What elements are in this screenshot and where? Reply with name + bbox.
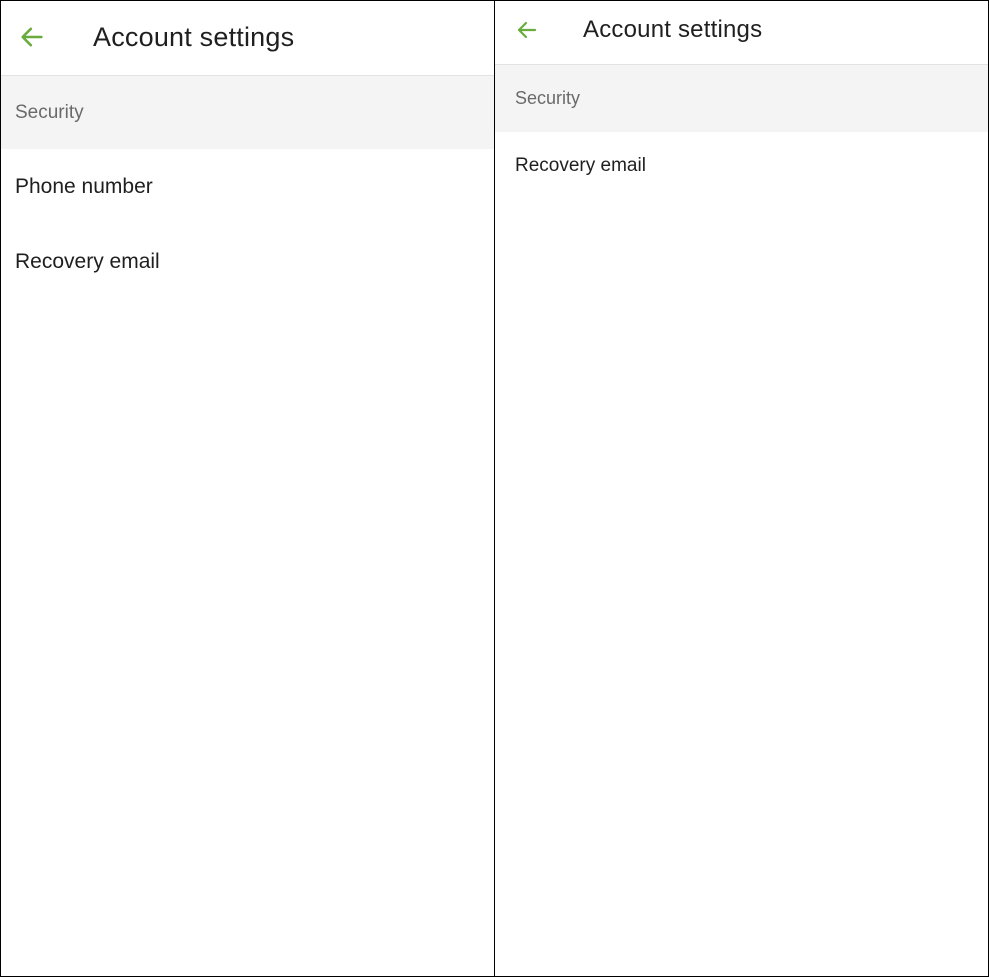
arrow-left-icon — [18, 23, 46, 51]
back-button[interactable] — [15, 20, 49, 54]
section-label: Security — [15, 101, 84, 123]
list-item-label: Recovery email — [15, 249, 160, 273]
page-title: Account settings — [93, 22, 295, 52]
left-screen: Account settings Security Phone number R… — [0, 0, 495, 977]
back-button[interactable] — [513, 16, 541, 44]
list-item-recovery-email[interactable]: Recovery email — [1, 224, 494, 299]
list-item-label: Recovery email — [515, 154, 646, 176]
section-label: Security — [515, 88, 581, 108]
list-item-phone-number[interactable]: Phone number — [1, 149, 494, 224]
arrow-left-icon — [515, 18, 539, 42]
section-header-security: Security — [1, 76, 494, 149]
comparison-view: Account settings Security Phone number R… — [0, 0, 989, 977]
list-item-recovery-email[interactable]: Recovery email — [495, 132, 988, 199]
app-bar: Account settings — [1, 1, 494, 76]
list-item-label: Phone number — [15, 174, 153, 198]
app-bar: Account settings — [495, 1, 988, 65]
page-title: Account settings — [583, 16, 763, 43]
right-screen: Account settings Security Recovery email — [494, 0, 989, 977]
section-header-security: Security — [495, 65, 988, 132]
